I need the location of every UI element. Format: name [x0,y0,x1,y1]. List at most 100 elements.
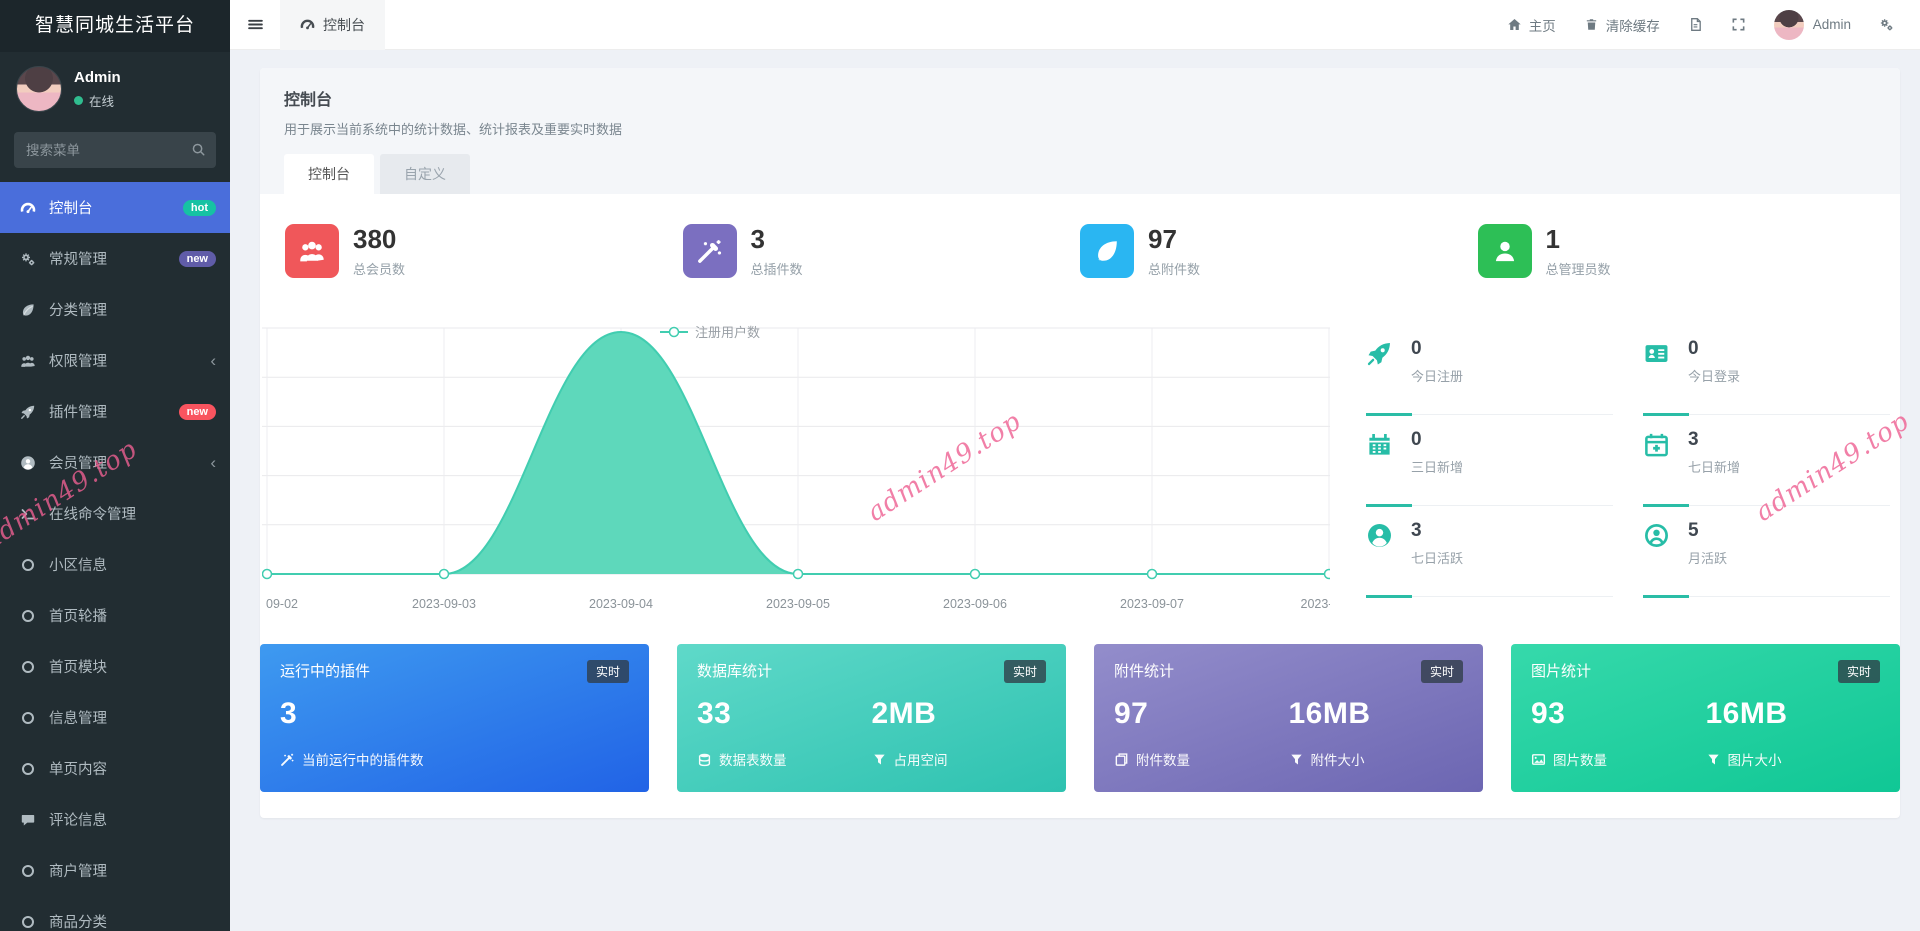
panel-metric: 97附件数量 [1114,697,1289,769]
chart-point[interactable] [263,570,272,579]
stat-card: 1总管理员数 [1478,224,1876,278]
leaf-icon [1093,237,1121,265]
chart-point[interactable] [1325,570,1331,579]
wand-icon [696,237,724,265]
docs-button[interactable] [1688,17,1703,32]
panel-metric-label-row: 图片数量 [1531,749,1706,769]
sidebar-toggle-button[interactable] [230,0,280,50]
sidebar-item-command[interactable]: 在线命令管理 [0,488,230,539]
card-body: 380总会员数3总插件数97总附件数1总管理员数 注册用户数 09-022023… [260,194,1900,818]
chart-point[interactable] [1148,570,1157,579]
user-fill-icon [20,455,36,471]
tab-dashboard[interactable]: 控制台 [284,154,374,194]
avatar[interactable] [16,66,62,112]
sidebar-item-permission[interactable]: 权限管理‹ [0,335,230,386]
expand-icon [1731,17,1746,32]
sidebar-item-dashboard[interactable]: 控制台hot [0,182,230,233]
topbar-tab-dashboard[interactable]: 控制台 [280,0,385,50]
sidebar-item-icon [19,913,36,930]
sidebar-item-plugin[interactable]: 插件管理new [0,386,230,437]
clear-cache-label: 清除缓存 [1606,15,1660,35]
sidebar-item-label: 评论信息 [49,809,216,830]
sidebar-item-banner[interactable]: 首页轮播 [0,590,230,641]
sidebar-item-label: 常规管理 [49,248,173,269]
user-status: 在线 [74,91,121,110]
quick-stat-value: 0 [1411,338,1463,360]
topbar: 控制台 主页 清除缓存 Admin [230,0,1920,50]
sidebar-item-community[interactable]: 小区信息 [0,539,230,590]
sidebar-item-comment[interactable]: 评论信息 [0,794,230,845]
sidebar-item-module[interactable]: 首页模块 [0,641,230,692]
x-tick-label: 2023-09-05 [766,597,830,611]
sidebar-item-icon [19,199,36,216]
chart-point[interactable] [971,570,980,579]
sidebar-item-label: 插件管理 [49,401,173,422]
sidebar-item-icon [19,709,36,726]
home-icon [1507,17,1522,32]
ring-icon [20,863,36,879]
sidebar-item-general[interactable]: 常规管理new [0,233,230,284]
sidebar-item-label: 商户管理 [49,860,216,881]
funnel-icon [872,752,887,767]
x-tick-label: 2023-09-03 [412,597,476,611]
panel-metric: 16MB附件大小 [1289,697,1464,769]
stat-value: 3 [751,224,803,255]
topbar-user[interactable]: Admin [1774,10,1851,40]
sidebar-item-label: 单页内容 [49,758,216,779]
panel-images: 图片统计实时93图片数量16MB图片大小 [1511,644,1900,792]
sidebar-search [14,132,216,168]
sidebar-item-icon [19,556,36,573]
chevron-left-icon: ‹ [210,454,216,471]
stat-label: 总附件数 [1148,259,1200,278]
gauge-icon [20,200,36,216]
calendar-plus-icon [1643,431,1670,458]
x-tick-label: 09-02 [266,597,298,611]
panel-metric: 3当前运行中的插件数 [280,697,629,769]
search-input[interactable] [14,132,216,168]
stat-icon [1478,224,1532,278]
chart-point[interactable] [440,570,449,579]
sidebar-item-goods[interactable]: 商品分类 [0,896,230,931]
content-area: 控制台 用于展示当前系统中的统计数据、统计报表及重要实时数据 控制台自定义 38… [230,50,1920,931]
quick-stat-icon [1643,431,1675,458]
sidebar-item-label: 会员管理 [49,452,204,473]
quick-stat-value: 3 [1411,520,1463,542]
quick-stat-value: 0 [1411,429,1463,451]
sidebar-item-merchant[interactable]: 商户管理 [0,845,230,896]
panel-metric-value: 16MB [1706,697,1881,731]
x-tick-label: 2023-09-07 [1120,597,1184,611]
realtime-badge: 实时 [1004,660,1046,683]
clear-cache-button[interactable]: 清除缓存 [1584,15,1660,35]
wand-icon [280,752,295,767]
panel-metric-value: 93 [1531,697,1706,731]
fullscreen-button[interactable] [1731,17,1746,32]
file-icon [1688,17,1703,32]
settings-button[interactable] [1879,17,1894,32]
sidebar-item-page[interactable]: 单页内容 [0,743,230,794]
gauge-icon [300,17,315,32]
tab-custom[interactable]: 自定义 [380,154,470,194]
sidebar-item-member[interactable]: 会员管理 ‹ [0,437,230,488]
sidebar-item-info[interactable]: 信息管理 [0,692,230,743]
chart-legend[interactable]: 注册用户数 [660,322,760,341]
home-link[interactable]: 主页 [1507,15,1556,35]
panel-metric: 2MB占用空间 [872,697,1047,769]
quick-stat-value: 5 [1688,520,1727,542]
quick-stats-grid: 0今日注册0今日登录0三日新增3七日新增3七日活跃5月活跃 [1366,324,1890,622]
sidebar-item-category[interactable]: 分类管理 [0,284,230,335]
ring-icon [20,557,36,573]
panel-metric-label-row: 附件数量 [1114,749,1289,769]
quick-stat-item: 3七日新增 [1643,415,1890,506]
stat-icon [285,224,339,278]
ring-icon [20,608,36,624]
chart-canvas: 09-022023-09-032023-09-042023-09-052023-… [262,324,1330,622]
sidebar-item-icon [19,352,36,369]
sidebar-item-label: 分类管理 [49,299,216,320]
card-header: 控制台 用于展示当前系统中的统计数据、统计报表及重要实时数据 控制台自定义 [260,68,1900,194]
stat-card: 380总会员数 [285,224,683,278]
quick-stat-label: 今日注册 [1411,366,1463,385]
gears-icon [1879,17,1894,32]
chart-point[interactable] [794,570,803,579]
sidebar-item-label: 首页模块 [49,656,216,677]
x-tick-label: 2023-09-06 [943,597,1007,611]
